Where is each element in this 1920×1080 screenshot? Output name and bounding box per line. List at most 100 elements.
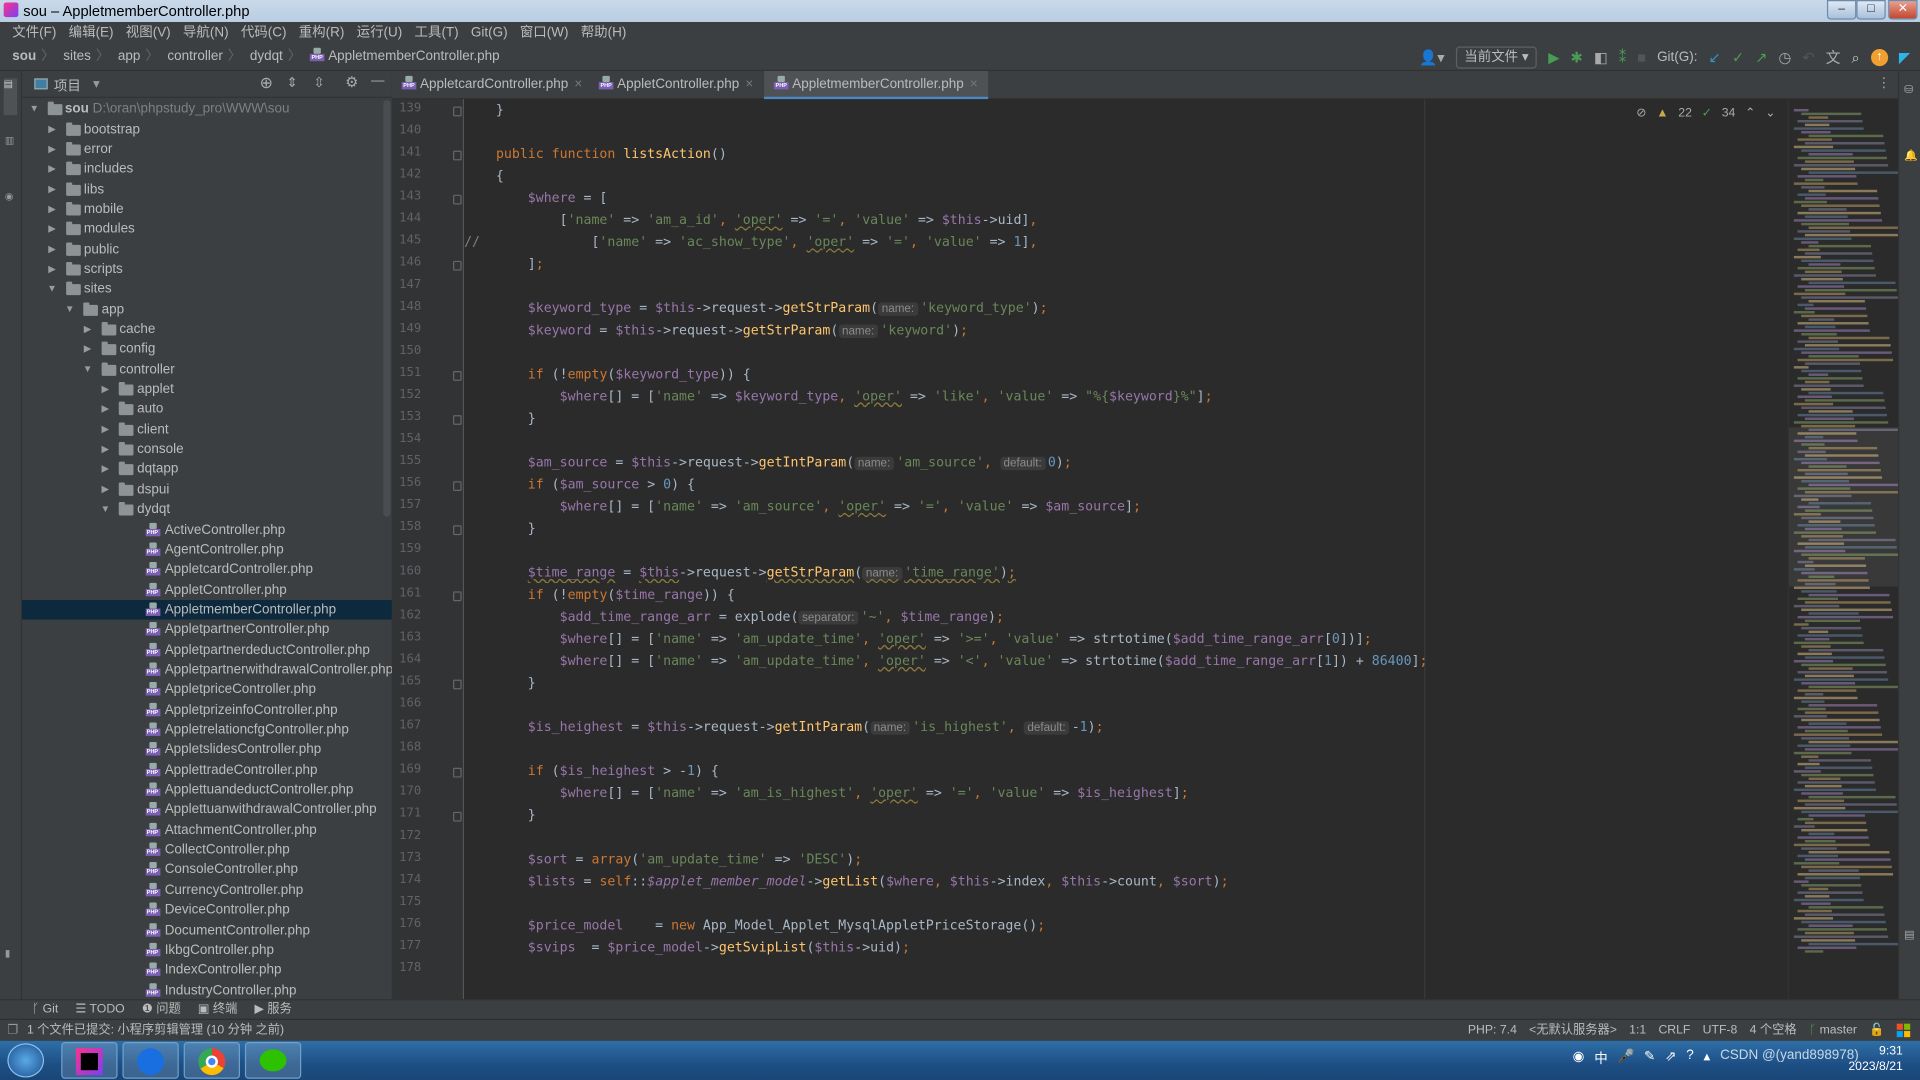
menu-tools[interactable]: 工具(T) bbox=[408, 22, 464, 44]
chevron-right-icon[interactable]: ▶ bbox=[100, 460, 110, 480]
chevron-down-icon[interactable]: ▼ bbox=[100, 500, 110, 520]
chevron-right-icon[interactable]: ▶ bbox=[47, 240, 57, 260]
tab-appletmember[interactable]: AppletmemberController.php × bbox=[764, 71, 989, 100]
tree-folder[interactable]: ▶ public bbox=[22, 240, 392, 260]
tree-file[interactable]: AppletpartnerwithdrawalController.php bbox=[22, 660, 393, 680]
git-branch[interactable]: ᚴ master bbox=[1809, 1020, 1857, 1041]
chevron-down-icon[interactable]: ▼ bbox=[65, 300, 75, 320]
translate-icon[interactable]: 文 bbox=[1826, 48, 1841, 68]
gear-icon[interactable]: ⚙ bbox=[345, 73, 358, 90]
deployment-server[interactable]: <无默认服务器> bbox=[1529, 1020, 1617, 1041]
project-panel-title[interactable]: 项目 bbox=[54, 76, 81, 96]
more-tabs-icon[interactable]: ⋮ bbox=[1877, 75, 1890, 91]
tree-folder[interactable]: ▶ modules bbox=[22, 219, 392, 239]
remote-host-tool-tab[interactable]: ▤ bbox=[1904, 928, 1914, 941]
tree-file[interactable]: ApplettuanwithdrawalController.php bbox=[22, 800, 392, 820]
code-minimap[interactable] bbox=[1787, 99, 1908, 1000]
tree-file[interactable]: ActiveController.php bbox=[22, 520, 392, 540]
tree-file[interactable]: IkbgController.php bbox=[22, 940, 392, 960]
git-tool-button[interactable]: ᚴ Git bbox=[32, 1000, 58, 1018]
tree-folder[interactable]: ▶ auto bbox=[22, 400, 392, 420]
tree-folder[interactable]: ▶ console bbox=[22, 440, 392, 460]
menu-refactor[interactable]: 重构(R) bbox=[293, 22, 351, 44]
menu-edit[interactable]: 编辑(E) bbox=[63, 22, 120, 44]
tree-file[interactable]: ApplettradeController.php bbox=[22, 760, 392, 780]
file-encoding[interactable]: UTF-8 bbox=[1703, 1020, 1738, 1041]
menu-run[interactable]: 运行(U) bbox=[350, 22, 408, 44]
tree-root[interactable]: ▼ sou D:\oran\phpstudy_pro\WWW\sou bbox=[22, 99, 392, 119]
reader-mode-icon[interactable]: ⊘ bbox=[1636, 106, 1646, 119]
tree-file[interactable]: AppletrelationcfgController.php bbox=[22, 720, 392, 740]
terminal-tool-button[interactable]: ▣ 终端 bbox=[198, 1000, 237, 1018]
popout-icon[interactable]: ⇗ bbox=[1665, 1048, 1676, 1068]
tree-file[interactable]: AppletController.php bbox=[22, 580, 392, 600]
rollback-icon[interactable]: ↶ bbox=[1802, 48, 1814, 68]
tree-folder[interactable]: ▶ cache bbox=[22, 320, 392, 340]
line-separator[interactable]: CRLF bbox=[1658, 1020, 1690, 1041]
todo-tool-button[interactable]: ☰ TODO bbox=[75, 1000, 124, 1018]
menu-help[interactable]: 帮助(H) bbox=[575, 22, 633, 44]
chevron-right-icon[interactable]: ▶ bbox=[47, 260, 57, 280]
chevron-down-icon[interactable]: ▾ bbox=[93, 76, 100, 92]
tree-folder[interactable]: ▼ dydqt bbox=[22, 500, 392, 520]
git-commit-icon[interactable]: ✓ bbox=[1732, 48, 1744, 68]
breadcrumb-item[interactable]: AppletmemberController.php bbox=[328, 44, 499, 70]
inspection-widget[interactable]: ⊘ ▲ 22 ✓ 34 ⌃ ⌄ bbox=[1636, 103, 1775, 123]
tree-folder[interactable]: ▶ scripts bbox=[22, 260, 392, 280]
tree-folder[interactable]: ▶ dspui bbox=[22, 480, 392, 500]
breadcrumb-item[interactable]: sou bbox=[12, 44, 36, 70]
menu-view[interactable]: 视图(V) bbox=[120, 22, 177, 44]
menu-git[interactable]: Git(G) bbox=[465, 22, 514, 44]
services-tool-button[interactable]: ▶ 服务 bbox=[254, 1000, 291, 1018]
chevron-right-icon[interactable]: ▶ bbox=[100, 480, 110, 500]
expand-all-icon[interactable]: ⇕ bbox=[287, 75, 298, 91]
cursor-position[interactable]: 1:1 bbox=[1629, 1020, 1646, 1041]
profile-icon[interactable]: ⁑ bbox=[1619, 48, 1626, 68]
menu-code[interactable]: 代码(C) bbox=[235, 22, 293, 44]
stop-icon[interactable]: ■ bbox=[1637, 48, 1646, 68]
tree-folder[interactable]: ▶ error bbox=[22, 139, 392, 159]
fold-marker-icon[interactable] bbox=[453, 679, 462, 690]
code-editor[interactable]: } public function listsAction() { $where… bbox=[464, 99, 1788, 1000]
php-version[interactable]: PHP: 7.4 bbox=[1468, 1020, 1517, 1041]
tab-appletcard[interactable]: AppletcardController.php × bbox=[392, 71, 588, 99]
chevron-right-icon[interactable]: ▶ bbox=[47, 179, 57, 199]
chevron-right-icon[interactable]: ▶ bbox=[100, 400, 110, 420]
chevron-down-icon[interactable]: ▼ bbox=[83, 360, 93, 380]
tree-file[interactable]: AppletpriceController.php bbox=[22, 680, 392, 700]
tree-folder[interactable]: ▶ mobile bbox=[22, 199, 392, 219]
maximize-button[interactable]: □ bbox=[1856, 0, 1886, 20]
breadcrumb-item[interactable]: app bbox=[118, 44, 140, 70]
tree-file[interactable]: AttachmentController.php bbox=[22, 820, 392, 840]
next-highlight-icon[interactable]: ⌄ bbox=[1765, 106, 1775, 119]
bookmarks-tool-tab[interactable]: ▮ bbox=[5, 948, 10, 959]
chevron-right-icon[interactable]: ▶ bbox=[47, 119, 57, 139]
breadcrumb-item[interactable]: dydqt bbox=[250, 44, 283, 70]
tree-folder[interactable]: ▶ bootstrap bbox=[22, 119, 392, 139]
history-icon[interactable]: ◷ bbox=[1779, 48, 1792, 68]
chevron-right-icon[interactable]: ▶ bbox=[83, 320, 93, 340]
update-icon[interactable]: ↑ bbox=[1870, 48, 1888, 67]
notifications-tool-tab[interactable]: 🔔 bbox=[1904, 149, 1918, 162]
chevron-right-icon[interactable]: ▶ bbox=[47, 219, 57, 239]
tree-scrollbar[interactable] bbox=[383, 100, 391, 517]
microphone-icon[interactable]: 🎤 bbox=[1617, 1048, 1634, 1068]
tree-file[interactable]: AppletprizeinfoController.php bbox=[22, 700, 392, 720]
fold-marker-icon[interactable] bbox=[453, 415, 462, 425]
jetbrains-toolbox-icon[interactable]: ◤ bbox=[1899, 48, 1910, 68]
problems-tool-button[interactable]: ❶ 问题 bbox=[142, 1000, 181, 1018]
fold-marker-icon[interactable] bbox=[453, 767, 462, 778]
hide-panel-icon[interactable]: — bbox=[371, 73, 384, 88]
indent-setting[interactable]: 4 个空格 bbox=[1750, 1020, 1797, 1041]
fold-marker-icon[interactable] bbox=[453, 194, 462, 205]
tree-file[interactable]: CollectController.php bbox=[22, 840, 392, 860]
tree-folder[interactable]: ▶ applet bbox=[22, 380, 392, 400]
database-tool-tab[interactable]: ⛁ bbox=[1904, 83, 1913, 96]
taskbar-wechat[interactable] bbox=[244, 1042, 302, 1079]
tree-file[interactable]: ConsoleController.php bbox=[22, 860, 392, 880]
debug-icon[interactable]: ✱ bbox=[1571, 48, 1583, 68]
show-hidden-icons[interactable]: ▴ bbox=[1703, 1048, 1710, 1068]
close-tab-icon[interactable]: × bbox=[745, 77, 753, 92]
tree-folder[interactable]: ▶ libs bbox=[22, 179, 392, 199]
chevron-right-icon[interactable]: ▶ bbox=[100, 440, 110, 460]
